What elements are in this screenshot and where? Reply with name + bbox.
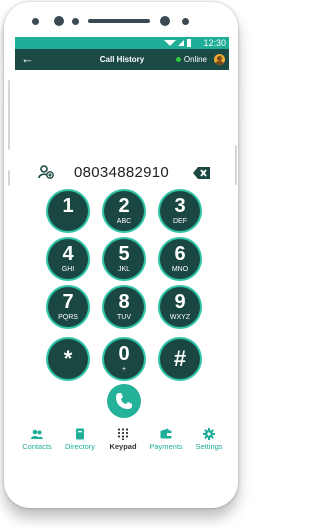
status-time: 12:30 [203, 38, 226, 48]
key-digit: 7 [62, 291, 74, 313]
key-9[interactable]: 9 WXYZ [160, 287, 200, 327]
wallet-icon [160, 428, 172, 439]
keypad-icon [117, 428, 129, 440]
key-digit: 1 [62, 195, 74, 217]
scroll-edge [8, 170, 10, 186]
scroll-edge [235, 145, 237, 185]
cell-signal-icon [178, 40, 184, 46]
key-digit: 6 [174, 243, 186, 265]
battery-icon [187, 39, 191, 47]
phone-icon [116, 393, 132, 409]
nav-label: Settings [195, 442, 223, 451]
key-7[interactable]: 7 PQRS [48, 287, 88, 327]
key-digit: 0 [118, 343, 130, 365]
avatar[interactable] [214, 54, 225, 65]
key-digit: 4 [62, 243, 74, 265]
key-6[interactable]: 6 MNO [160, 239, 200, 279]
key-digit: * [63, 346, 73, 371]
key-8[interactable]: 8 TUV [104, 287, 144, 327]
nav-settings[interactable]: Settings [187, 424, 231, 454]
phone-side-button [0, 80, 2, 108]
online-dot-icon [175, 57, 181, 63]
key-2[interactable]: 2 ABC [104, 191, 144, 231]
key-letters: WXYZ [169, 314, 191, 321]
scroll-edge [8, 80, 10, 150]
dialed-number: 08034882910 [74, 164, 170, 181]
wifi-icon [164, 40, 176, 46]
phone-side-button [0, 58, 2, 72]
phone-speaker-grill [88, 19, 150, 23]
key-digit: 9 [174, 291, 186, 313]
key-digit: # [173, 346, 187, 371]
signal-battery-icons [164, 39, 191, 47]
add-contact-icon[interactable] [38, 164, 54, 180]
key-star[interactable]: * [48, 339, 88, 379]
key-1[interactable]: 1 [48, 191, 88, 231]
key-letters: DEF [173, 218, 187, 225]
key-letters: + [121, 366, 127, 373]
phone-sensor-dot [32, 18, 39, 25]
phone-camera-dot [54, 16, 64, 26]
phone-sensor-dot [72, 18, 79, 25]
backspace-icon[interactable] [193, 166, 211, 180]
bottom-nav: Contacts Directory Keypad Payments Setti… [15, 424, 229, 454]
status-bar: 12:30 [15, 37, 229, 49]
key-letters: PQRS [58, 314, 78, 321]
contacts-icon [31, 429, 43, 439]
key-letters: TUV [117, 314, 131, 321]
key-digit: 2 [118, 195, 130, 217]
phone-sensor-dot [182, 18, 189, 25]
presence-label: Online [183, 55, 207, 64]
gear-icon [203, 428, 215, 440]
key-letters: ABC [116, 218, 132, 225]
phone-side-button [242, 90, 244, 120]
key-5[interactable]: 5 JKL [104, 239, 144, 279]
key-hash[interactable]: # [160, 339, 200, 379]
presence-status[interactable]: Online [175, 49, 207, 70]
key-letters: GHI [61, 266, 75, 273]
key-digit: 3 [174, 195, 186, 217]
key-4[interactable]: 4 GHI [48, 239, 88, 279]
key-digit: 5 [118, 243, 130, 265]
call-button[interactable] [107, 384, 141, 418]
phone-camera-dot [160, 16, 170, 26]
key-0[interactable]: 0 + [104, 339, 144, 379]
key-letters: MNO [171, 266, 189, 273]
key-letters: JKL [117, 266, 131, 273]
key-3[interactable]: 3 DEF [160, 191, 200, 231]
book-icon [76, 428, 84, 440]
key-digit: 8 [118, 291, 130, 313]
app-header: ← Call History Online [15, 49, 229, 70]
